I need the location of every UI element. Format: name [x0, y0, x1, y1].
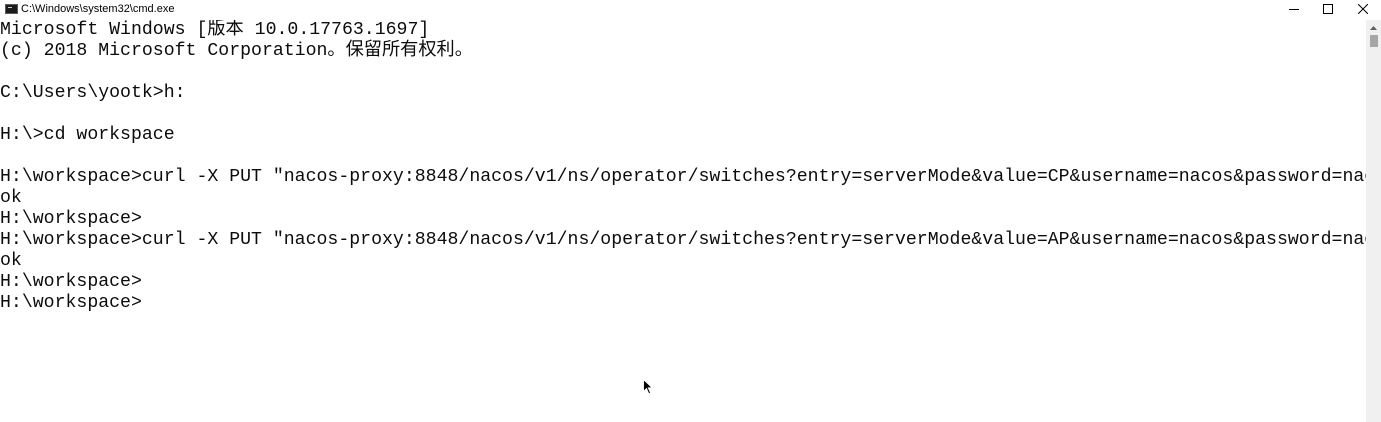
console-line: ok [0, 188, 22, 208]
minimize-button[interactable] [1277, 0, 1311, 18]
console-output[interactable]: Microsoft Windows [版本 10.0.17763.1697] (… [0, 20, 1366, 422]
console-line: H:\>cd workspace [0, 125, 175, 145]
console-line: (c) 2018 Microsoft Corporation。保留所有权利。 [0, 41, 473, 61]
title-bar[interactable]: C:\Windows\system32\cmd.exe [0, 0, 1381, 18]
minimize-icon [1289, 9, 1299, 10]
console-line: ok [0, 251, 22, 271]
scroll-up-button[interactable] [1366, 20, 1381, 35]
cmd-console-icon [5, 4, 18, 14]
console-line: H:\workspace> [0, 272, 142, 292]
console-line: H:\workspace> [0, 209, 142, 229]
scrollbar-thumb[interactable] [1370, 35, 1378, 47]
cmd-window: C:\Windows\system32\cmd.exe Microsoft Wi… [0, 0, 1381, 422]
vertical-scrollbar[interactable] [1366, 20, 1381, 422]
scroll-up-arrow-icon [1370, 25, 1377, 30]
console-line: Microsoft Windows [版本 10.0.17763.1697] [0, 20, 430, 40]
maximize-button[interactable] [1311, 0, 1345, 18]
console-prompt-line: H:\workspace> [0, 293, 142, 313]
close-button[interactable] [1346, 0, 1380, 18]
console-line: H:\workspace>curl -X PUT "nacos-proxy:88… [0, 230, 1366, 250]
console-line: H:\workspace>curl -X PUT "nacos-proxy:88… [0, 167, 1366, 187]
window-title: C:\Windows\system32\cmd.exe [21, 3, 175, 15]
maximize-icon [1323, 4, 1333, 14]
console-line: C:\Users\yootk>h: [0, 83, 186, 103]
mouse-pointer-icon [643, 379, 653, 395]
close-icon [1358, 4, 1368, 14]
